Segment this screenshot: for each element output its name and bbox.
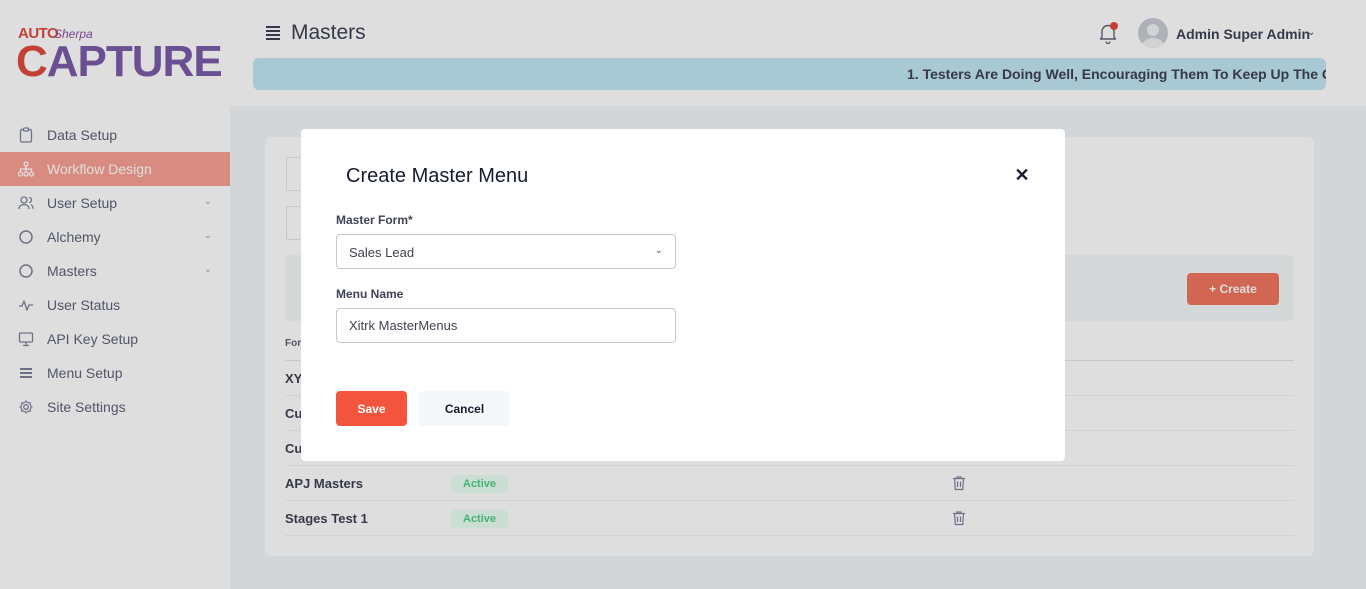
master-form-select[interactable]: Sales Lead ⌄	[336, 234, 676, 269]
menu-name-input[interactable]	[336, 308, 676, 343]
close-icon[interactable]: ✕	[1014, 166, 1030, 184]
master-form-label: Master Form*	[336, 213, 413, 227]
chevron-down-icon: ⌄	[654, 245, 663, 256]
cancel-button[interactable]: Cancel	[419, 391, 510, 426]
save-button[interactable]: Save	[336, 391, 407, 426]
modal-title: Create Master Menu	[346, 165, 529, 187]
master-form-value: Sales Lead	[349, 245, 415, 260]
menu-name-label: Menu Name	[336, 287, 404, 301]
create-master-menu-modal: Create Master Menu ✕ Master Form* Sales …	[301, 129, 1065, 461]
